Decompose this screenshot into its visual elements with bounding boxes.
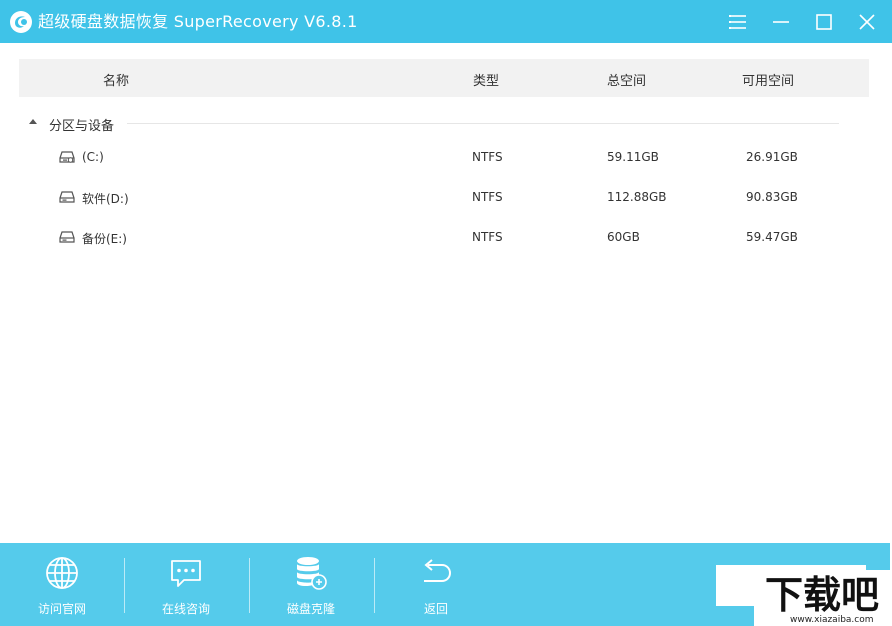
column-header-total-space[interactable]: 总空间 xyxy=(607,70,646,89)
close-icon[interactable] xyxy=(855,10,879,34)
return-arrow-icon xyxy=(424,559,452,582)
globe-icon xyxy=(46,557,78,589)
maximize-icon[interactable] xyxy=(812,10,836,34)
watermark-url: www.xiazaiba.com xyxy=(790,615,874,625)
table-row[interactable]: 软件(D:) NTFS 112.88GB 90.83GB xyxy=(19,181,869,213)
drive-icon xyxy=(59,191,75,203)
drive-name: 软件(D:) xyxy=(82,192,129,206)
watermark-brand: 下载吧 xyxy=(765,573,879,616)
title-bar[interactable]: 超级硬盘数据恢复 SuperRecovery V6.8.1 xyxy=(0,0,892,43)
back-button[interactable]: 返回 xyxy=(374,543,498,626)
drive-total-space: 112.88GB xyxy=(607,190,667,204)
group-label: 分区与设备 xyxy=(49,119,115,134)
column-header-type[interactable]: 类型 xyxy=(473,70,499,89)
database-clone-icon xyxy=(297,557,327,590)
back-label: 返回 xyxy=(423,602,448,616)
column-header-free-space[interactable]: 可用空间 xyxy=(742,70,794,89)
drive-icon xyxy=(59,231,75,243)
column-header-name[interactable]: 名称 xyxy=(103,70,129,89)
drive-name: 备份(E:) xyxy=(82,232,127,246)
collapse-arrow-icon[interactable] xyxy=(29,119,37,124)
system-drive-icon xyxy=(59,151,75,163)
app-window: 超级硬盘数据恢复 SuperRecovery V6.8.1 名称 类型 总空间 … xyxy=(0,0,892,626)
drive-total-space: 59.11GB xyxy=(607,150,659,164)
app-logo-icon xyxy=(10,11,32,33)
visit-website-label: 访问官网 xyxy=(37,602,86,616)
table-header: 名称 类型 总空间 可用空间 xyxy=(19,59,869,97)
drive-type: NTFS xyxy=(472,230,503,244)
watermark-logo-icon: 下载吧 xyxy=(765,573,879,616)
table-row[interactable]: 备份(E:) NTFS 60GB 59.47GB xyxy=(19,221,869,253)
drive-type: NTFS xyxy=(472,150,503,164)
minimize-icon[interactable] xyxy=(769,10,793,34)
drive-free-space: 90.83GB xyxy=(746,190,798,204)
drive-free-space: 59.47GB xyxy=(746,230,798,244)
app-title: 超级硬盘数据恢复 SuperRecovery V6.8.1 xyxy=(38,12,358,31)
drive-type: NTFS xyxy=(472,190,503,204)
disk-clone-label: 磁盘克隆 xyxy=(286,602,335,616)
drive-name: (C:) xyxy=(82,150,104,164)
watermark: 下载吧 www.xiazaiba.com xyxy=(754,570,890,626)
disk-clone-button[interactable]: 磁盘克隆 xyxy=(249,543,373,626)
chat-bubble-icon xyxy=(171,560,201,587)
drive-total-space: 60GB xyxy=(607,230,640,244)
table-row[interactable]: (C:) NTFS 59.11GB 26.91GB xyxy=(19,141,869,173)
group-divider xyxy=(127,123,839,124)
group-partitions-devices[interactable]: 分区与设备 xyxy=(19,112,849,136)
visit-website-button[interactable]: 访问官网 xyxy=(0,543,124,626)
drive-free-space: 26.91GB xyxy=(746,150,798,164)
online-consult-button[interactable]: 在线咨询 xyxy=(124,543,248,626)
menu-icon[interactable] xyxy=(726,10,750,34)
online-consult-label: 在线咨询 xyxy=(161,602,210,616)
